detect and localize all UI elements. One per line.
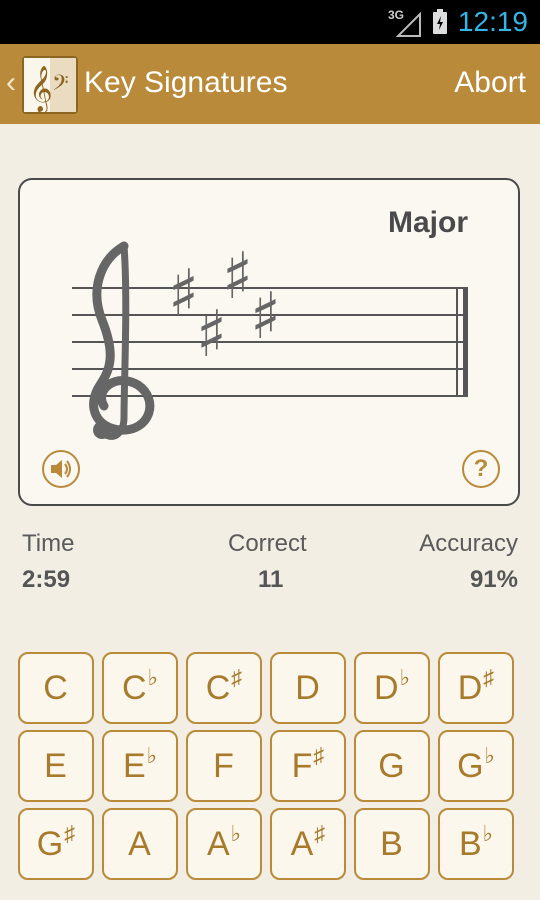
accuracy-value: 91% [469,566,518,593]
svg-text:𝄢: 𝄢 [52,71,69,101]
sharp-f: ♯ [168,257,199,331]
key-button-d-flat[interactable]: D ♭ [354,652,430,724]
help-label: ? [473,455,489,482]
help-button[interactable]: ? [462,450,500,488]
time-value: 2:59 [22,566,71,593]
action-bar: ‹ 𝄞 𝄢 Key Signatures Abort [0,44,540,124]
speaker-icon [51,460,71,478]
clock: 12:19 [457,6,528,37]
staff-notation: ♯ ♯ ♯ ♯ [72,240,468,440]
sharp-glyphs: ♯ ♯ ♯ ♯ [168,240,281,372]
key-button-f-sharp[interactable]: F ♯ [270,730,346,802]
key-button-d[interactable]: D [270,652,346,724]
key-button-c-flat[interactable]: C ♭ [102,652,178,724]
app-logo[interactable]: 𝄞 𝄢 [22,56,78,114]
signal-icon [396,12,421,37]
accuracy-label: Accuracy [419,530,518,557]
key-button-a-flat[interactable]: A ♭ [186,808,262,880]
play-sound-button[interactable] [42,450,80,488]
abort-button[interactable]: Abort [454,66,526,100]
key-button-g-flat[interactable]: G ♭ [438,730,514,802]
key-button-c-sharp[interactable]: C ♯ [186,652,262,724]
svg-text:𝄞: 𝄞 [29,66,53,112]
key-button-c[interactable]: C [18,652,94,724]
sharp-d: ♯ [250,280,281,354]
key-button-e[interactable]: E [18,730,94,802]
status-bar: 3G 12:19 [0,0,540,44]
staff-card: Major ♯ ♯ ♯ ♯ ? [18,178,520,506]
key-button-e-flat[interactable]: E ♭ [102,730,178,802]
key-button-b[interactable]: B [354,808,430,880]
sharp-g: ♯ [222,240,253,314]
back-chevron-icon[interactable]: ‹ [6,66,16,100]
correct-value: 11 [258,566,284,593]
key-button-g-sharp[interactable]: G ♯ [18,808,94,880]
final-barline [463,288,468,396]
battery-icon [433,9,447,34]
key-button-a[interactable]: A [102,808,178,880]
clef-logo-icon: 𝄞 𝄢 [24,58,76,114]
page-title: Key Signatures [84,66,288,99]
key-button-b-flat[interactable]: B ♭ [438,808,514,880]
correct-label: Correct [228,530,307,557]
key-button-d-sharp[interactable]: D ♯ [438,652,514,724]
key-button-a-sharp[interactable]: A ♯ [270,808,346,880]
key-button-g[interactable]: G [354,730,430,802]
time-label: Time [22,530,75,557]
key-answer-grid: C C ♭ C ♯ D D ♭ D ♯ E E ♭ F F ♯ G G ♭ G ♯ A A ♭ A… [18,652,522,880]
key-button-f[interactable]: F [186,730,262,802]
